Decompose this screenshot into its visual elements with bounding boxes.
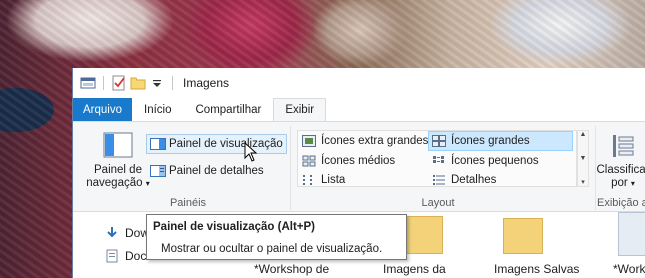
- new-folder-icon[interactable]: [130, 75, 146, 91]
- tab-home[interactable]: Início: [132, 98, 184, 121]
- layout-large-icons[interactable]: Ícones grandes: [428, 131, 573, 151]
- layout-details[interactable]: Detalhes: [428, 170, 500, 190]
- scroll-up-icon[interactable]: ▲: [580, 131, 587, 138]
- extra-large-icons-label: Ícones extra grandes: [321, 135, 429, 147]
- group-separator: [290, 126, 291, 210]
- window-icon[interactable]: [80, 75, 96, 91]
- nav-item-label: Doc: [125, 249, 147, 263]
- details-pane-button[interactable]: Painel de detalhes: [146, 161, 268, 181]
- details-pane-label: Painel de detalhes: [169, 165, 264, 177]
- tooltip-body: Mostrar ou ocultar o painel de visualiza…: [161, 243, 383, 255]
- file-item-label[interactable]: *Work: [613, 262, 645, 276]
- tooltip-title: Painel de visualização (Alt+P): [153, 221, 316, 233]
- file-item-label[interactable]: Imagens Salvas: [494, 262, 579, 276]
- layout-small-icons[interactable]: Ícones pequenos: [428, 151, 543, 171]
- tab-share[interactable]: Compartilhar: [184, 98, 274, 121]
- download-icon: [107, 227, 117, 238]
- sort-by-label-line2: por ▾: [611, 177, 635, 189]
- folder-thumbnail[interactable]: [618, 212, 645, 256]
- qat-separator: [103, 76, 104, 90]
- preview-pane-button[interactable]: Painel de visualização: [146, 134, 287, 154]
- ribbon-view: Painel de navegação ▾ Painel de visualiz…: [73, 121, 645, 212]
- layout-group-label: Layout: [421, 197, 455, 209]
- navigation-pane-icon: [103, 132, 133, 158]
- details-icon: [432, 174, 446, 186]
- customize-qat-dropdown-icon[interactable]: [149, 75, 165, 91]
- folder-thumbnail[interactable]: [403, 216, 443, 254]
- details-pane-icon: [150, 165, 166, 177]
- sort-by-icon: [609, 132, 637, 160]
- title-bar: Imagens: [73, 68, 645, 98]
- scroll-down-icon[interactable]: ▼: [580, 155, 587, 162]
- navigation-pane-label-line2: navegação ▾: [86, 177, 150, 189]
- preview-pane-tooltip: Painel de visualização (Alt+P) Mostrar o…: [146, 214, 407, 260]
- navigation-pane-label-line1: Painel de: [94, 164, 142, 176]
- file-item-label[interactable]: Imagens da: [383, 262, 446, 276]
- layout-medium-icons[interactable]: Ícones médios: [298, 151, 399, 171]
- list-icon: [302, 174, 316, 186]
- small-icons-icon: [432, 155, 446, 167]
- mouse-cursor-icon: [244, 141, 258, 162]
- tab-file[interactable]: Arquivo: [73, 98, 132, 121]
- extra-large-icons-icon: [302, 135, 316, 147]
- panes-group-label: Painéis: [169, 197, 207, 209]
- current-view-group-label: Exibição a: [597, 197, 645, 209]
- details-label: Detalhes: [451, 174, 497, 186]
- medium-icons-label: Ícones médios: [321, 155, 396, 167]
- small-icons-label: Ícones pequenos: [451, 155, 539, 167]
- properties-icon[interactable]: [111, 75, 127, 91]
- large-icons-icon: [432, 135, 446, 147]
- layout-extra-large-icons[interactable]: Ícones extra grandes: [298, 131, 432, 151]
- nav-item-downloads[interactable]: Dow: [105, 226, 149, 240]
- sort-by-label-line1: Classificar: [596, 164, 645, 176]
- file-item-label[interactable]: *Workshop de: [254, 262, 329, 276]
- layout-list[interactable]: Lista: [298, 170, 349, 190]
- nav-item-documents[interactable]: Doc: [105, 249, 146, 263]
- navigation-pane-button[interactable]: Painel de navegação ▾: [83, 132, 153, 190]
- list-label: Lista: [321, 174, 346, 186]
- layout-gallery-scroll[interactable]: ▲ ▼ ▾: [577, 130, 589, 187]
- large-icons-label: Ícones grandes: [451, 135, 530, 147]
- sort-by-button[interactable]: Classificar por ▾: [593, 132, 645, 190]
- qat-separator: [172, 76, 173, 90]
- tab-view[interactable]: Exibir: [273, 98, 327, 121]
- quick-access-toolbar: [73, 75, 177, 91]
- document-icon: [106, 249, 118, 263]
- chevron-down-icon: ▾: [630, 179, 635, 188]
- medium-icons-icon: [302, 155, 316, 167]
- gallery-expand-icon[interactable]: ▾: [581, 178, 585, 186]
- preview-pane-label: Painel de visualização: [169, 138, 283, 150]
- ribbon-tabs: Arquivo Início Compartilhar Exibir: [73, 98, 645, 121]
- folder-thumbnail[interactable]: [503, 218, 543, 254]
- window-title: Imagens: [183, 76, 230, 90]
- preview-pane-icon: [150, 138, 166, 150]
